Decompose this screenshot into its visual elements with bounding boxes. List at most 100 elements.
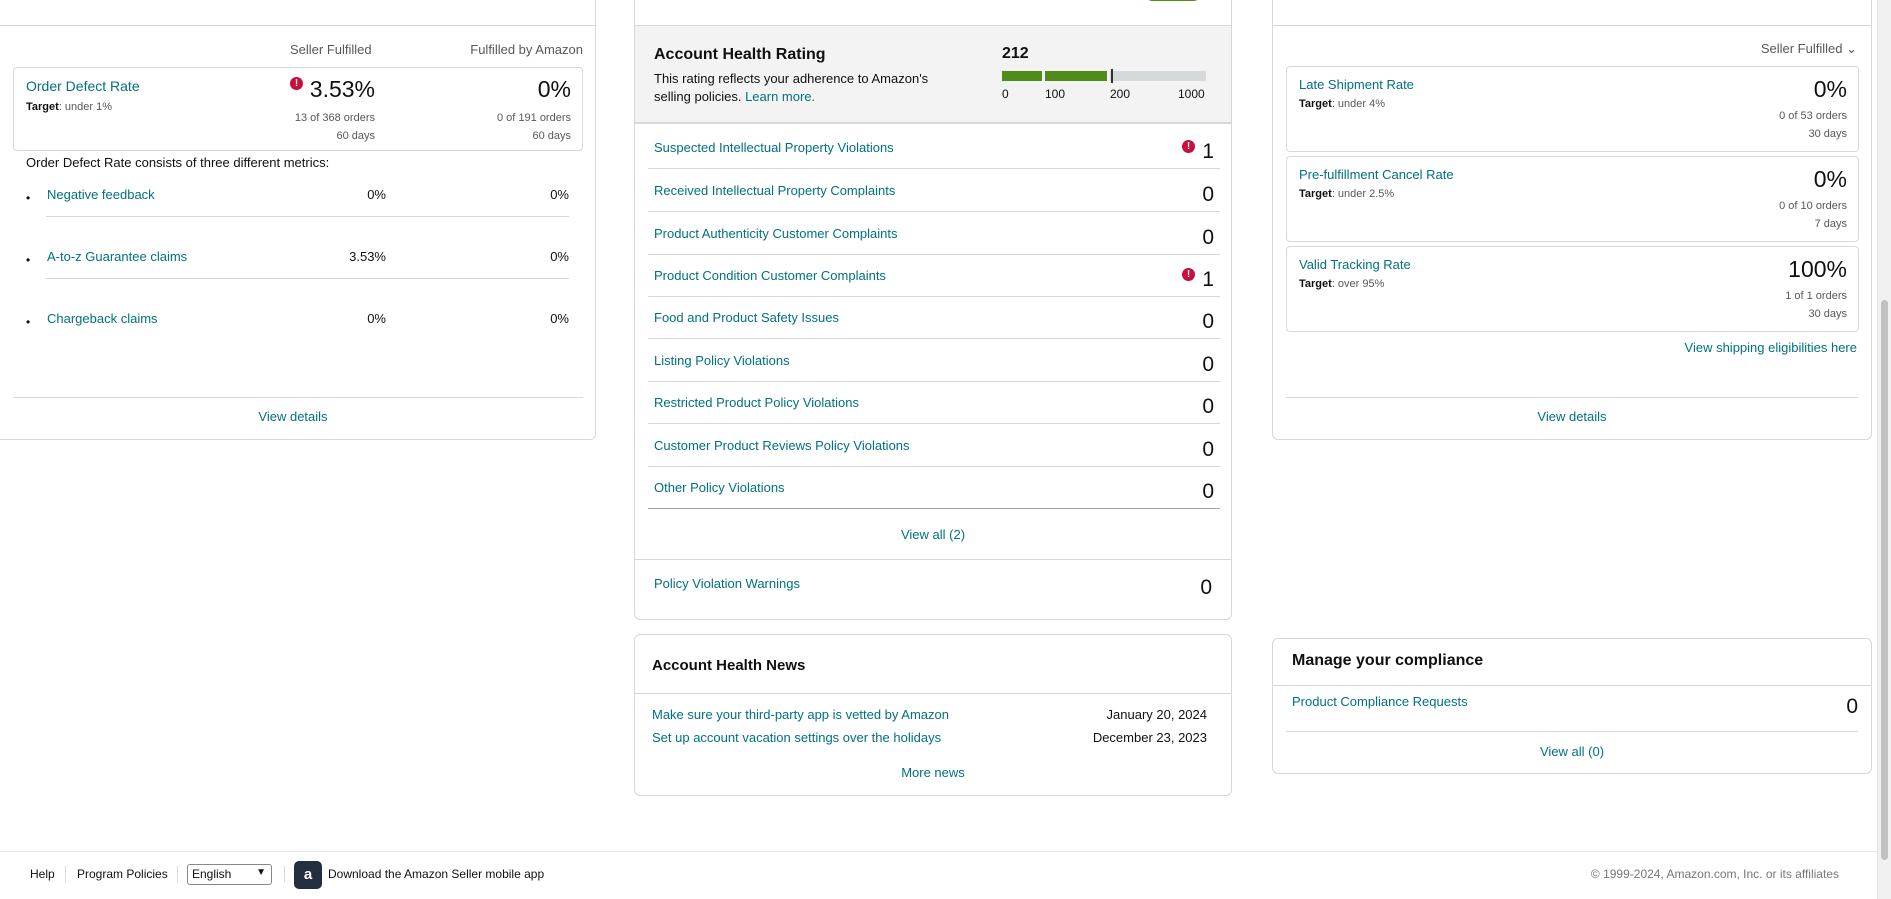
alert-icon: ! <box>290 77 303 90</box>
metric-seller-value: 3.53% <box>349 249 386 264</box>
violation-count: 0 <box>1202 395 1214 418</box>
scrollbar[interactable] <box>1877 0 1891 899</box>
violation-row: Listing Policy Violations 0 <box>648 339 1220 382</box>
violation-count: 0 <box>1202 310 1214 333</box>
odr-amazon-value: 0% <box>537 76 571 102</box>
divider <box>635 693 1231 694</box>
metric-amazon-value: 0% <box>550 249 569 264</box>
divider <box>1286 731 1858 732</box>
ahr-bar-segment <box>1045 71 1107 81</box>
chevron-down-icon: ▼ <box>256 867 266 878</box>
more-news-link[interactable]: More news <box>635 765 1231 780</box>
metric-value: 100% <box>1788 256 1847 282</box>
violation-row: Product Condition Customer Complaints ! … <box>648 254 1220 297</box>
metric-target: Target: under 2.5% <box>1299 188 1395 200</box>
metric-amazon-value: 0% <box>550 187 569 202</box>
odr-seller-value: 3.53% <box>309 76 375 102</box>
order-defect-rate-box: Order Defect Rate Target: under 1% ! 3.5… <box>13 67 583 151</box>
violation-link[interactable]: Listing Policy Violations <box>654 353 790 368</box>
view-details-link[interactable]: View details <box>0 409 595 424</box>
divider <box>1273 685 1871 686</box>
policy-compliance-card: Account Health Rating This rating reflec… <box>634 0 1232 620</box>
ahr-description: This rating reflects your adherence to A… <box>654 71 929 104</box>
violation-row: Suspected Intellectual Property Violatio… <box>648 126 1220 169</box>
shipping-metric-box: Pre-fulfillment Cancel Rate Target: unde… <box>1286 156 1859 242</box>
shipping-performance-card: Seller Fulfilled ⌄ Late Shipment Rate Ta… <box>1272 0 1872 440</box>
shipping-metric-box: Valid Tracking Rate Target: over 95% 100… <box>1286 246 1859 332</box>
policy-violation-warnings-count: 0 <box>1200 576 1212 599</box>
order-defect-rate-link[interactable]: Order Defect Rate <box>26 78 140 94</box>
learn-more-link[interactable]: Learn more. <box>745 89 815 104</box>
news-link[interactable]: Set up account vacation settings over th… <box>652 730 941 745</box>
ahr-score: 212 <box>1002 45 1029 62</box>
violation-count: 0 <box>1202 353 1214 376</box>
metric-value: 0% <box>1813 76 1847 102</box>
amazon-app-icon[interactable]: a <box>294 861 322 889</box>
metric-detail: 0 of 10 orders 7 days <box>1779 200 1847 230</box>
news-date: January 20, 2024 <box>1106 707 1207 722</box>
violation-link[interactable]: Product Authenticity Customer Complaints <box>654 226 898 241</box>
violation-row: Restricted Product Policy Violations 0 <box>648 381 1220 424</box>
odr-amazon-detail: 0 of 191 orders 60 days <box>497 112 571 142</box>
violation-count: 0 <box>1202 183 1214 206</box>
news-title: Account Health News <box>652 657 806 674</box>
violation-link[interactable]: Customer Product Reviews Policy Violatio… <box>654 438 910 453</box>
metric-target: Target: under 4% <box>1299 98 1386 110</box>
status-badge <box>1143 0 1203 1</box>
copyright: © 1999-2024, Amazon.com, Inc. or its aff… <box>1590 867 1839 881</box>
metric-seller-value: 0% <box>367 187 386 202</box>
scrollbar-thumb[interactable] <box>1881 300 1888 860</box>
metric-detail: 0 of 53 orders 30 days <box>1779 110 1847 140</box>
violation-link[interactable]: Restricted Product Policy Violations <box>654 395 859 410</box>
fulfillment-selector[interactable]: Seller Fulfilled ⌄ <box>1761 41 1857 57</box>
a-to-z-claims-link[interactable]: A-to-z Guarantee claims <box>47 249 187 264</box>
odr-target: Target: under 1% <box>26 101 113 113</box>
compliance-requests-link[interactable]: Product Compliance Requests <box>1292 694 1468 709</box>
ahr-bar-segment <box>1110 71 1206 81</box>
violation-link[interactable]: Received Intellectual Property Complaint… <box>654 183 895 198</box>
news-item: Make sure your third-party app is vetted… <box>652 707 1207 727</box>
violation-row: Food and Product Safety Issues 0 <box>648 296 1220 339</box>
shipping-eligibilities-link[interactable]: View shipping eligibilities here <box>1685 340 1857 355</box>
customer-service-card: Seller Fulfilled Fulfilled by Amazon Ord… <box>0 0 596 440</box>
manage-compliance-card: Manage your compliance Product Complianc… <box>1272 638 1872 774</box>
ahr-tick: 0 <box>1002 87 1009 101</box>
bullet: • <box>26 191 31 205</box>
metric-target: Target: over 95% <box>1299 278 1385 290</box>
late-shipment-rate-link[interactable]: Late Shipment Rate <box>1299 77 1414 92</box>
violation-count: 0 <box>1202 438 1214 461</box>
column-header-seller: Seller Fulfilled <box>290 42 372 57</box>
violation-count: 0 <box>1202 226 1214 249</box>
divider <box>0 25 595 26</box>
policy-violation-warnings-link[interactable]: Policy Violation Warnings <box>654 576 800 591</box>
metric-value: 0% <box>1813 166 1847 192</box>
ahr-title: Account Health Rating <box>654 46 826 63</box>
ahr-tick: 1000 <box>1178 87 1205 101</box>
download-app-link[interactable]: Download the Amazon Seller mobile app <box>328 867 544 881</box>
divider <box>635 559 1231 560</box>
view-all-compliance-link[interactable]: View all (0) <box>1273 744 1871 759</box>
violation-count: 1 <box>1202 140 1214 163</box>
alert-icon: ! <box>1182 268 1195 281</box>
divider <box>46 216 569 217</box>
cancel-rate-link[interactable]: Pre-fulfillment Cancel Rate <box>1299 167 1454 182</box>
violation-link[interactable]: Product Condition Customer Complaints <box>654 268 886 283</box>
view-all-violations-link[interactable]: View all (2) <box>635 527 1231 542</box>
violation-link[interactable]: Other Policy Violations <box>654 480 785 495</box>
violation-count: 1 <box>1202 268 1214 291</box>
negative-feedback-link[interactable]: Negative feedback <box>47 187 155 202</box>
odr-seller-detail: 13 of 368 orders 60 days <box>294 112 375 142</box>
help-link[interactable]: Help <box>30 867 55 881</box>
news-link[interactable]: Make sure your third-party app is vetted… <box>652 707 949 722</box>
valid-tracking-rate-link[interactable]: Valid Tracking Rate <box>1299 257 1411 272</box>
violation-count: 0 <box>1202 480 1214 503</box>
view-details-link[interactable]: View details <box>1273 409 1871 424</box>
chargeback-claims-link[interactable]: Chargeback claims <box>47 311 158 326</box>
violation-link[interactable]: Suspected Intellectual Property Violatio… <box>654 140 894 155</box>
ahr-progress-bar <box>1002 69 1206 83</box>
language-select[interactable]: English ▼ <box>187 864 272 885</box>
chevron-down-icon: ⌄ <box>1846 41 1857 56</box>
program-policies-link[interactable]: Program Policies <box>77 867 168 881</box>
violation-link[interactable]: Food and Product Safety Issues <box>654 310 839 325</box>
account-health-rating: Account Health Rating This rating reflec… <box>635 26 1231 124</box>
